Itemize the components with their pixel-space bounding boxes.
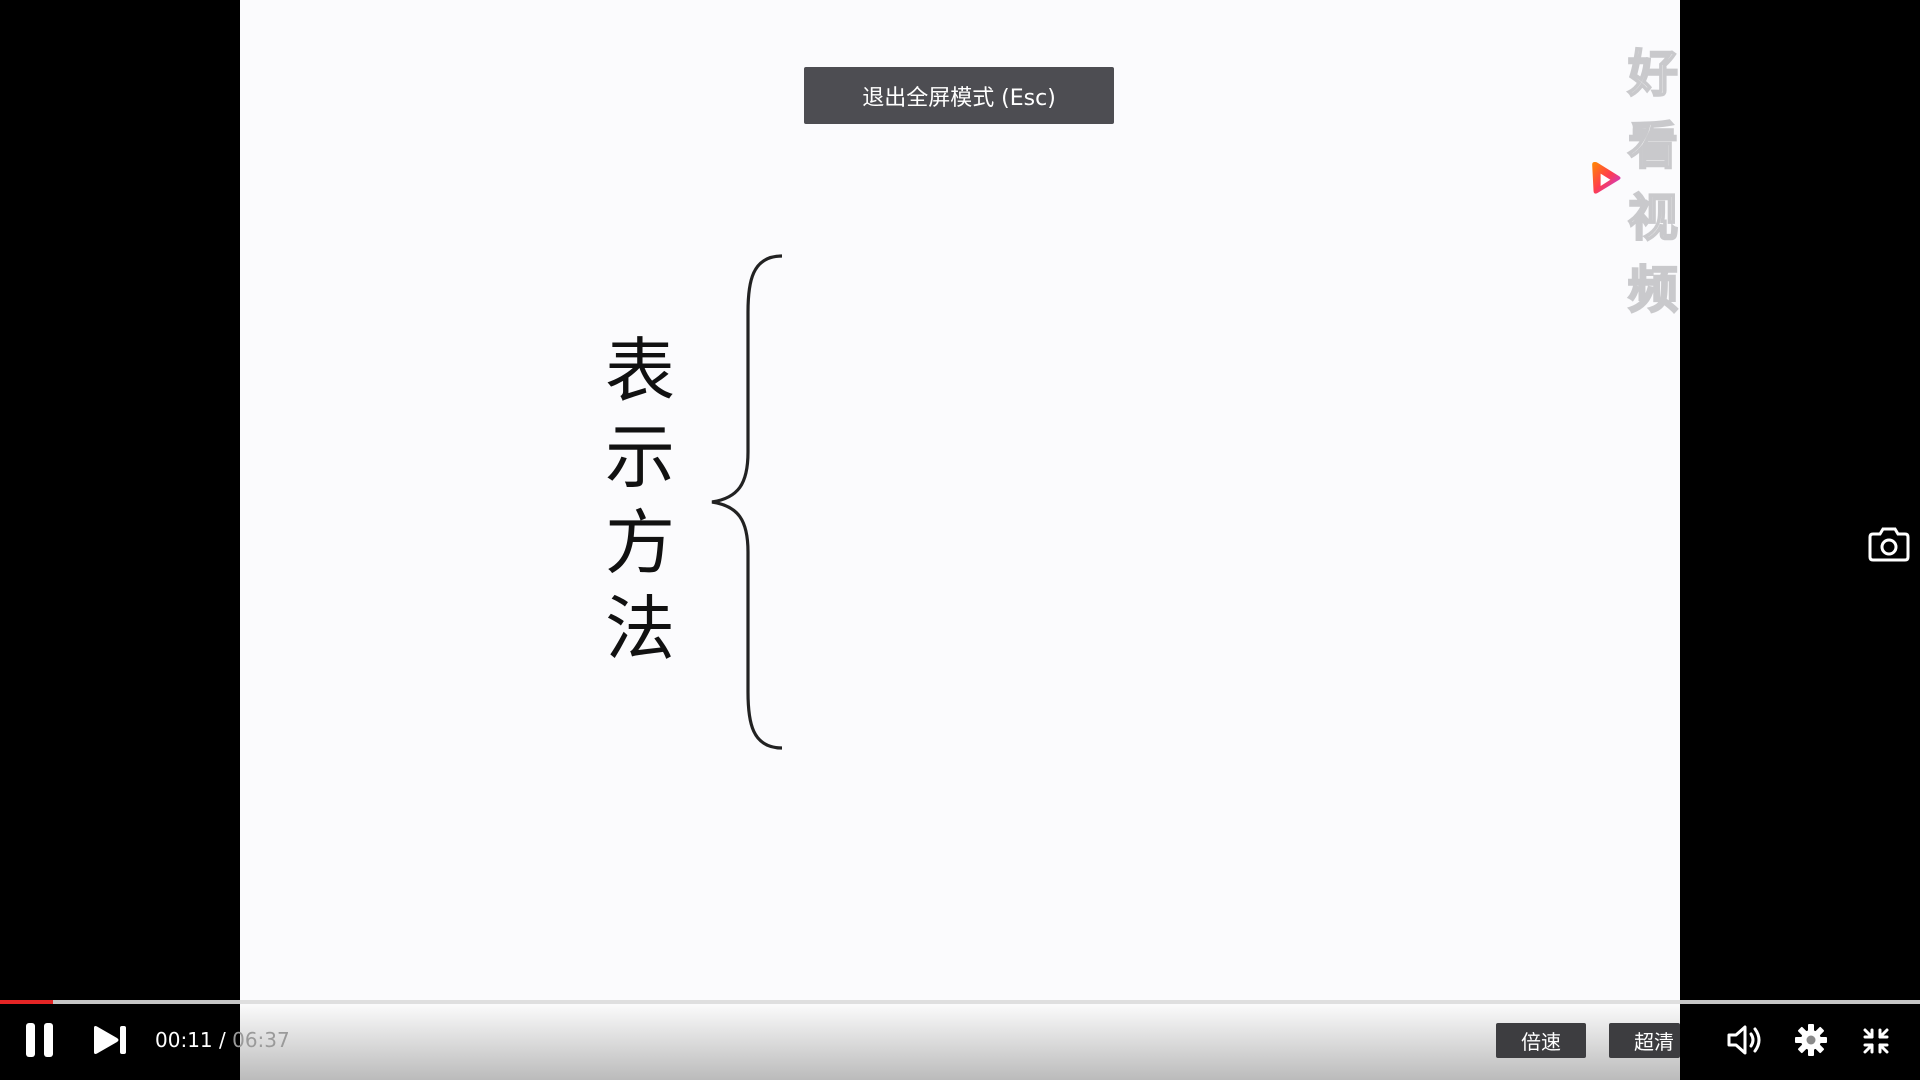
time-separator: / — [212, 1028, 233, 1052]
gear-icon — [1795, 1024, 1827, 1056]
slide-title-char: 方 — [605, 502, 675, 584]
pause-icon — [26, 1023, 53, 1057]
settings-button[interactable] — [1792, 1022, 1830, 1058]
slide-title-char: 示 — [605, 416, 675, 498]
time-display: 00:11 / 06:37 — [155, 1028, 290, 1052]
pause-button[interactable] — [20, 1020, 60, 1060]
exit-fullscreen-tooltip[interactable]: 退出全屏模式 (Esc) — [804, 67, 1114, 124]
progress-played — [0, 1000, 54, 1004]
quality-button[interactable]: 超清 — [1609, 1023, 1680, 1058]
next-icon — [94, 1026, 126, 1054]
current-time: 00:11 — [155, 1028, 213, 1052]
volume-icon — [1727, 1025, 1761, 1055]
slide-title-vertical: 表 示 方 法 — [600, 328, 680, 672]
slide-title-char: 法 — [605, 588, 675, 670]
logo-play-icon — [1592, 161, 1621, 194]
next-button[interactable] — [90, 1022, 130, 1058]
video-frame[interactable]: 好看视频 表 示 方 法 — [240, 0, 1680, 1080]
video-player[interactable]: 好看视频 表 示 方 法 退出全屏模式 (Esc) 00:11 / 06:37 … — [0, 0, 1920, 1080]
camera-icon[interactable] — [1867, 524, 1911, 564]
logo-text: 好看视频 — [1627, 44, 1680, 320]
slide-title-char: 表 — [605, 330, 675, 412]
total-time: 06:37 — [232, 1028, 290, 1052]
progress-bar[interactable] — [0, 1000, 1920, 1004]
exit-fullscreen-button[interactable] — [1858, 1024, 1894, 1058]
haokan-logo: 好看视频 — [1590, 34, 1680, 322]
speed-button[interactable]: 倍速 — [1496, 1023, 1586, 1058]
volume-button[interactable] — [1724, 1022, 1764, 1058]
curly-brace — [711, 254, 783, 750]
exit-fullscreen-icon — [1863, 1028, 1889, 1054]
